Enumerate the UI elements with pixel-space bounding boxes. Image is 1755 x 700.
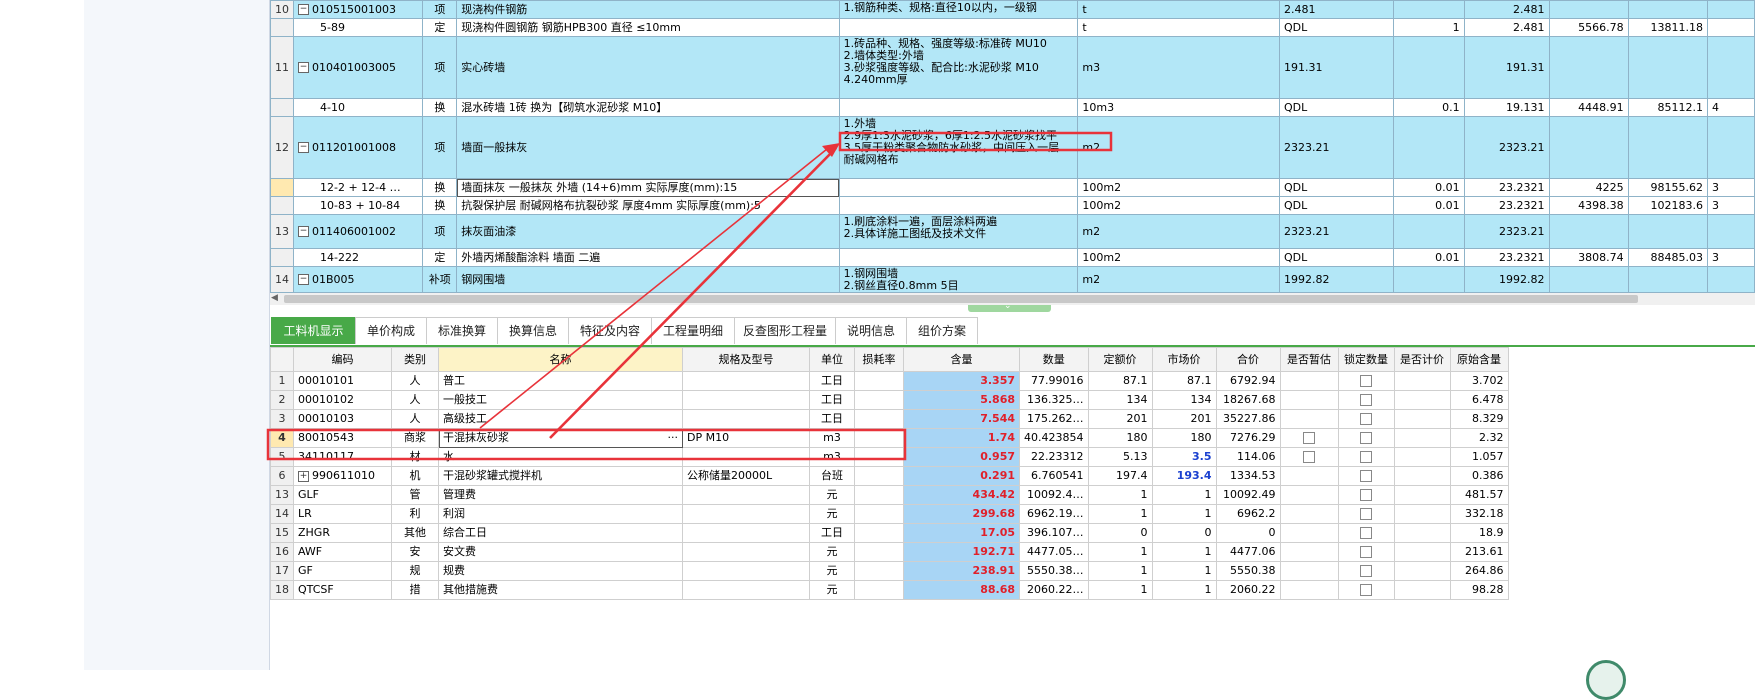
annotation-box-mortar-row: [266, 428, 907, 461]
annotation-arrow-thin: [479, 144, 833, 429]
logo-icon: [1586, 660, 1626, 700]
annotation-overlay: [266, 131, 1113, 461]
annotation-box-desc: [838, 131, 1113, 152]
annotation-arrow-thick: [549, 147, 837, 439]
